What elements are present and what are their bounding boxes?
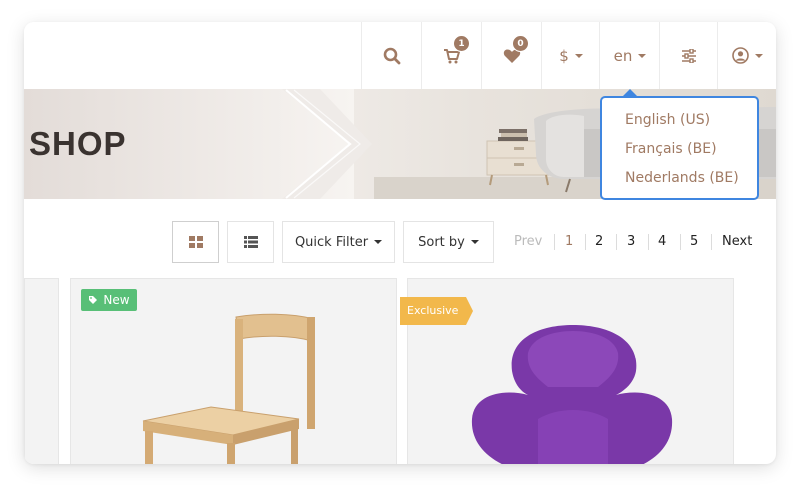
chevron-down-icon (374, 240, 383, 244)
currency-label: $ (559, 46, 569, 65)
chevron-down-icon (755, 53, 763, 58)
exclusive-badge: Exclusive (400, 297, 473, 325)
list-icon (243, 236, 258, 248)
user-avatar-icon (732, 47, 749, 64)
chevron-down-icon (470, 240, 479, 244)
grid-icon (188, 236, 203, 248)
pagination-page-3[interactable]: 3 (627, 234, 635, 249)
language-option-nl-be[interactable]: Nederlands (BE) (625, 170, 739, 186)
quick-filter-label: Quick Filter (294, 234, 369, 250)
list-view-button[interactable] (227, 221, 274, 263)
chevron-down-icon (638, 53, 647, 58)
pagination-page-2[interactable]: 2 (595, 234, 603, 249)
shop-window: 1 0 $ en SHOP English (US) Français (BE)… (24, 22, 776, 464)
top-header: 1 0 $ en (24, 22, 776, 89)
search-button[interactable] (361, 22, 422, 89)
pagination-divider (680, 234, 681, 250)
cart-button[interactable]: 1 (421, 22, 482, 89)
wishlist-button[interactable]: 0 (481, 22, 542, 89)
language-option-en-us[interactable]: English (US) (625, 112, 710, 128)
quick-filter-button[interactable]: Quick Filter (282, 221, 395, 263)
new-badge: New (81, 289, 137, 311)
sort-by-label: Sort by (418, 234, 465, 250)
chevron-down-icon (574, 53, 583, 58)
pagination-page-4[interactable]: 4 (658, 234, 666, 249)
exclusive-badge-label: Exclusive (407, 304, 459, 317)
pagination-divider (711, 234, 712, 250)
pagination-next[interactable]: Next (722, 234, 752, 249)
settings-button[interactable] (659, 22, 718, 89)
grid-view-button[interactable] (172, 221, 219, 263)
currency-selector[interactable]: $ (541, 22, 600, 89)
banner-title: SHOP (29, 125, 127, 162)
pagination-page-1[interactable]: 1 (565, 234, 573, 249)
cart-count-badge: 1 (453, 35, 470, 52)
wishlist-count-badge: 0 (512, 35, 529, 52)
account-menu-button[interactable] (717, 22, 776, 89)
product-card[interactable] (24, 278, 59, 464)
sliders-icon (682, 48, 696, 63)
sort-by-button[interactable]: Sort by (403, 221, 494, 263)
new-badge-label: New (103, 293, 130, 307)
pagination-divider (585, 234, 586, 250)
language-dropdown-menu: English (US) Français (BE) Nederlands (B… (600, 89, 759, 200)
pagination-divider (616, 234, 617, 250)
language-option-fr-be[interactable]: Français (BE) (625, 141, 717, 157)
tag-icon (89, 296, 98, 304)
language-label: en (613, 46, 633, 65)
pagination-divider (554, 234, 555, 250)
pagination-page-5[interactable]: 5 (690, 234, 698, 249)
language-selector[interactable]: en (599, 22, 660, 89)
pagination-divider (648, 234, 649, 250)
search-icon (383, 47, 401, 64)
pagination-prev[interactable]: Prev (514, 234, 542, 249)
